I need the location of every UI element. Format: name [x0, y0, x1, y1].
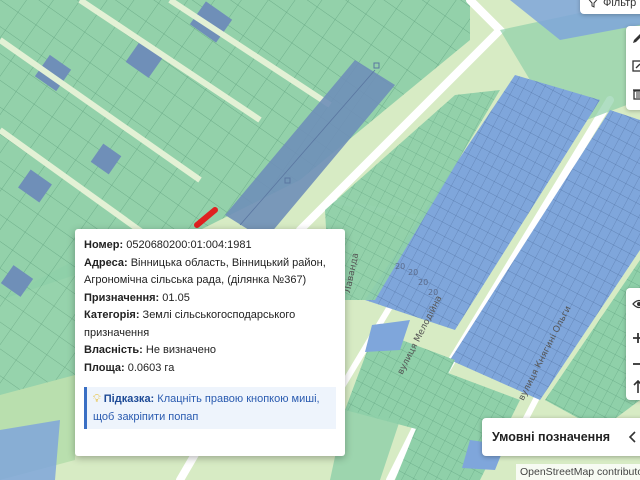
eye-icon: [632, 299, 640, 309]
popup-cadastral-label: Номер:: [84, 239, 124, 251]
popup-purpose-label: Призначення:: [84, 291, 160, 304]
popup-hint: 💡︎ Підказка: Клацніть правою кнопкою миш…: [84, 387, 336, 429]
draw-line-button[interactable]: [626, 26, 640, 52]
popup-ownership-label: Власність:: [84, 344, 143, 356]
layer-visibility-button[interactable]: [626, 292, 640, 318]
filter-button[interactable]: Фільтр: [580, 0, 640, 14]
popup-cadastral-row: Номер: 0520680200:01:004:1981: [84, 237, 336, 255]
parcel-number-label: 20: [395, 262, 406, 271]
popup-cadastral-value: 0520680200:01:004:1981: [126, 239, 252, 251]
popup-category-row: Категорія: Землі сільськогосподарського …: [84, 307, 336, 342]
edit-shape-icon: [632, 60, 640, 72]
zoom-in-button[interactable]: [626, 326, 640, 352]
delete-shape-button[interactable]: [626, 82, 640, 108]
map-attribution[interactable]: OpenStreetMap contributors: [516, 464, 640, 480]
minus-icon: [633, 363, 640, 365]
legend-toggle-button[interactable]: Умовні позначення: [482, 418, 640, 456]
popup-category-label: Категорія:: [84, 309, 140, 321]
parcel-number-label: 20: [418, 278, 429, 287]
popup-address-label: Адреса:: [84, 256, 128, 269]
map-controls: [626, 288, 640, 400]
parcel-number-label: 20: [428, 288, 439, 297]
legend-label: Умовні позначення: [492, 430, 611, 444]
popup-address-row: Адреса: Вінницька область, Вінницький ра…: [84, 255, 336, 290]
lightbulb-icon: 💡︎: [93, 393, 101, 405]
popup-purpose-row: Призначення: 01.05: [84, 290, 336, 308]
popup-area-value: 0.0603 га: [127, 361, 175, 374]
popup-area-label: Площа:: [84, 361, 125, 374]
popup-hint-label: Підказка:: [103, 393, 155, 405]
parcel-number-label: 20: [408, 268, 419, 277]
popup-area-row: Площа: 0.0603 га: [84, 360, 336, 378]
parcel-info-popup: Номер: 0520680200:01:004:1981 Адреса: Ві…: [75, 229, 345, 456]
filter-icon: [588, 0, 598, 8]
popup-purpose-value: 01.05: [162, 291, 190, 304]
filter-button-label: Фільтр: [603, 0, 637, 9]
edit-shape-button[interactable]: [626, 54, 640, 80]
popup-ownership-value: Не визначено: [145, 344, 217, 356]
pencil-icon: [633, 34, 640, 43]
plus-icon: [633, 333, 640, 343]
popup-ownership-row: Власність: Не визначено: [84, 342, 336, 360]
draw-toolbar: [626, 26, 640, 110]
reset-north-button[interactable]: [626, 374, 640, 400]
trash-icon: [633, 89, 640, 100]
chevron-left-icon: [628, 431, 636, 443]
arrow-up-icon: [633, 380, 640, 393]
